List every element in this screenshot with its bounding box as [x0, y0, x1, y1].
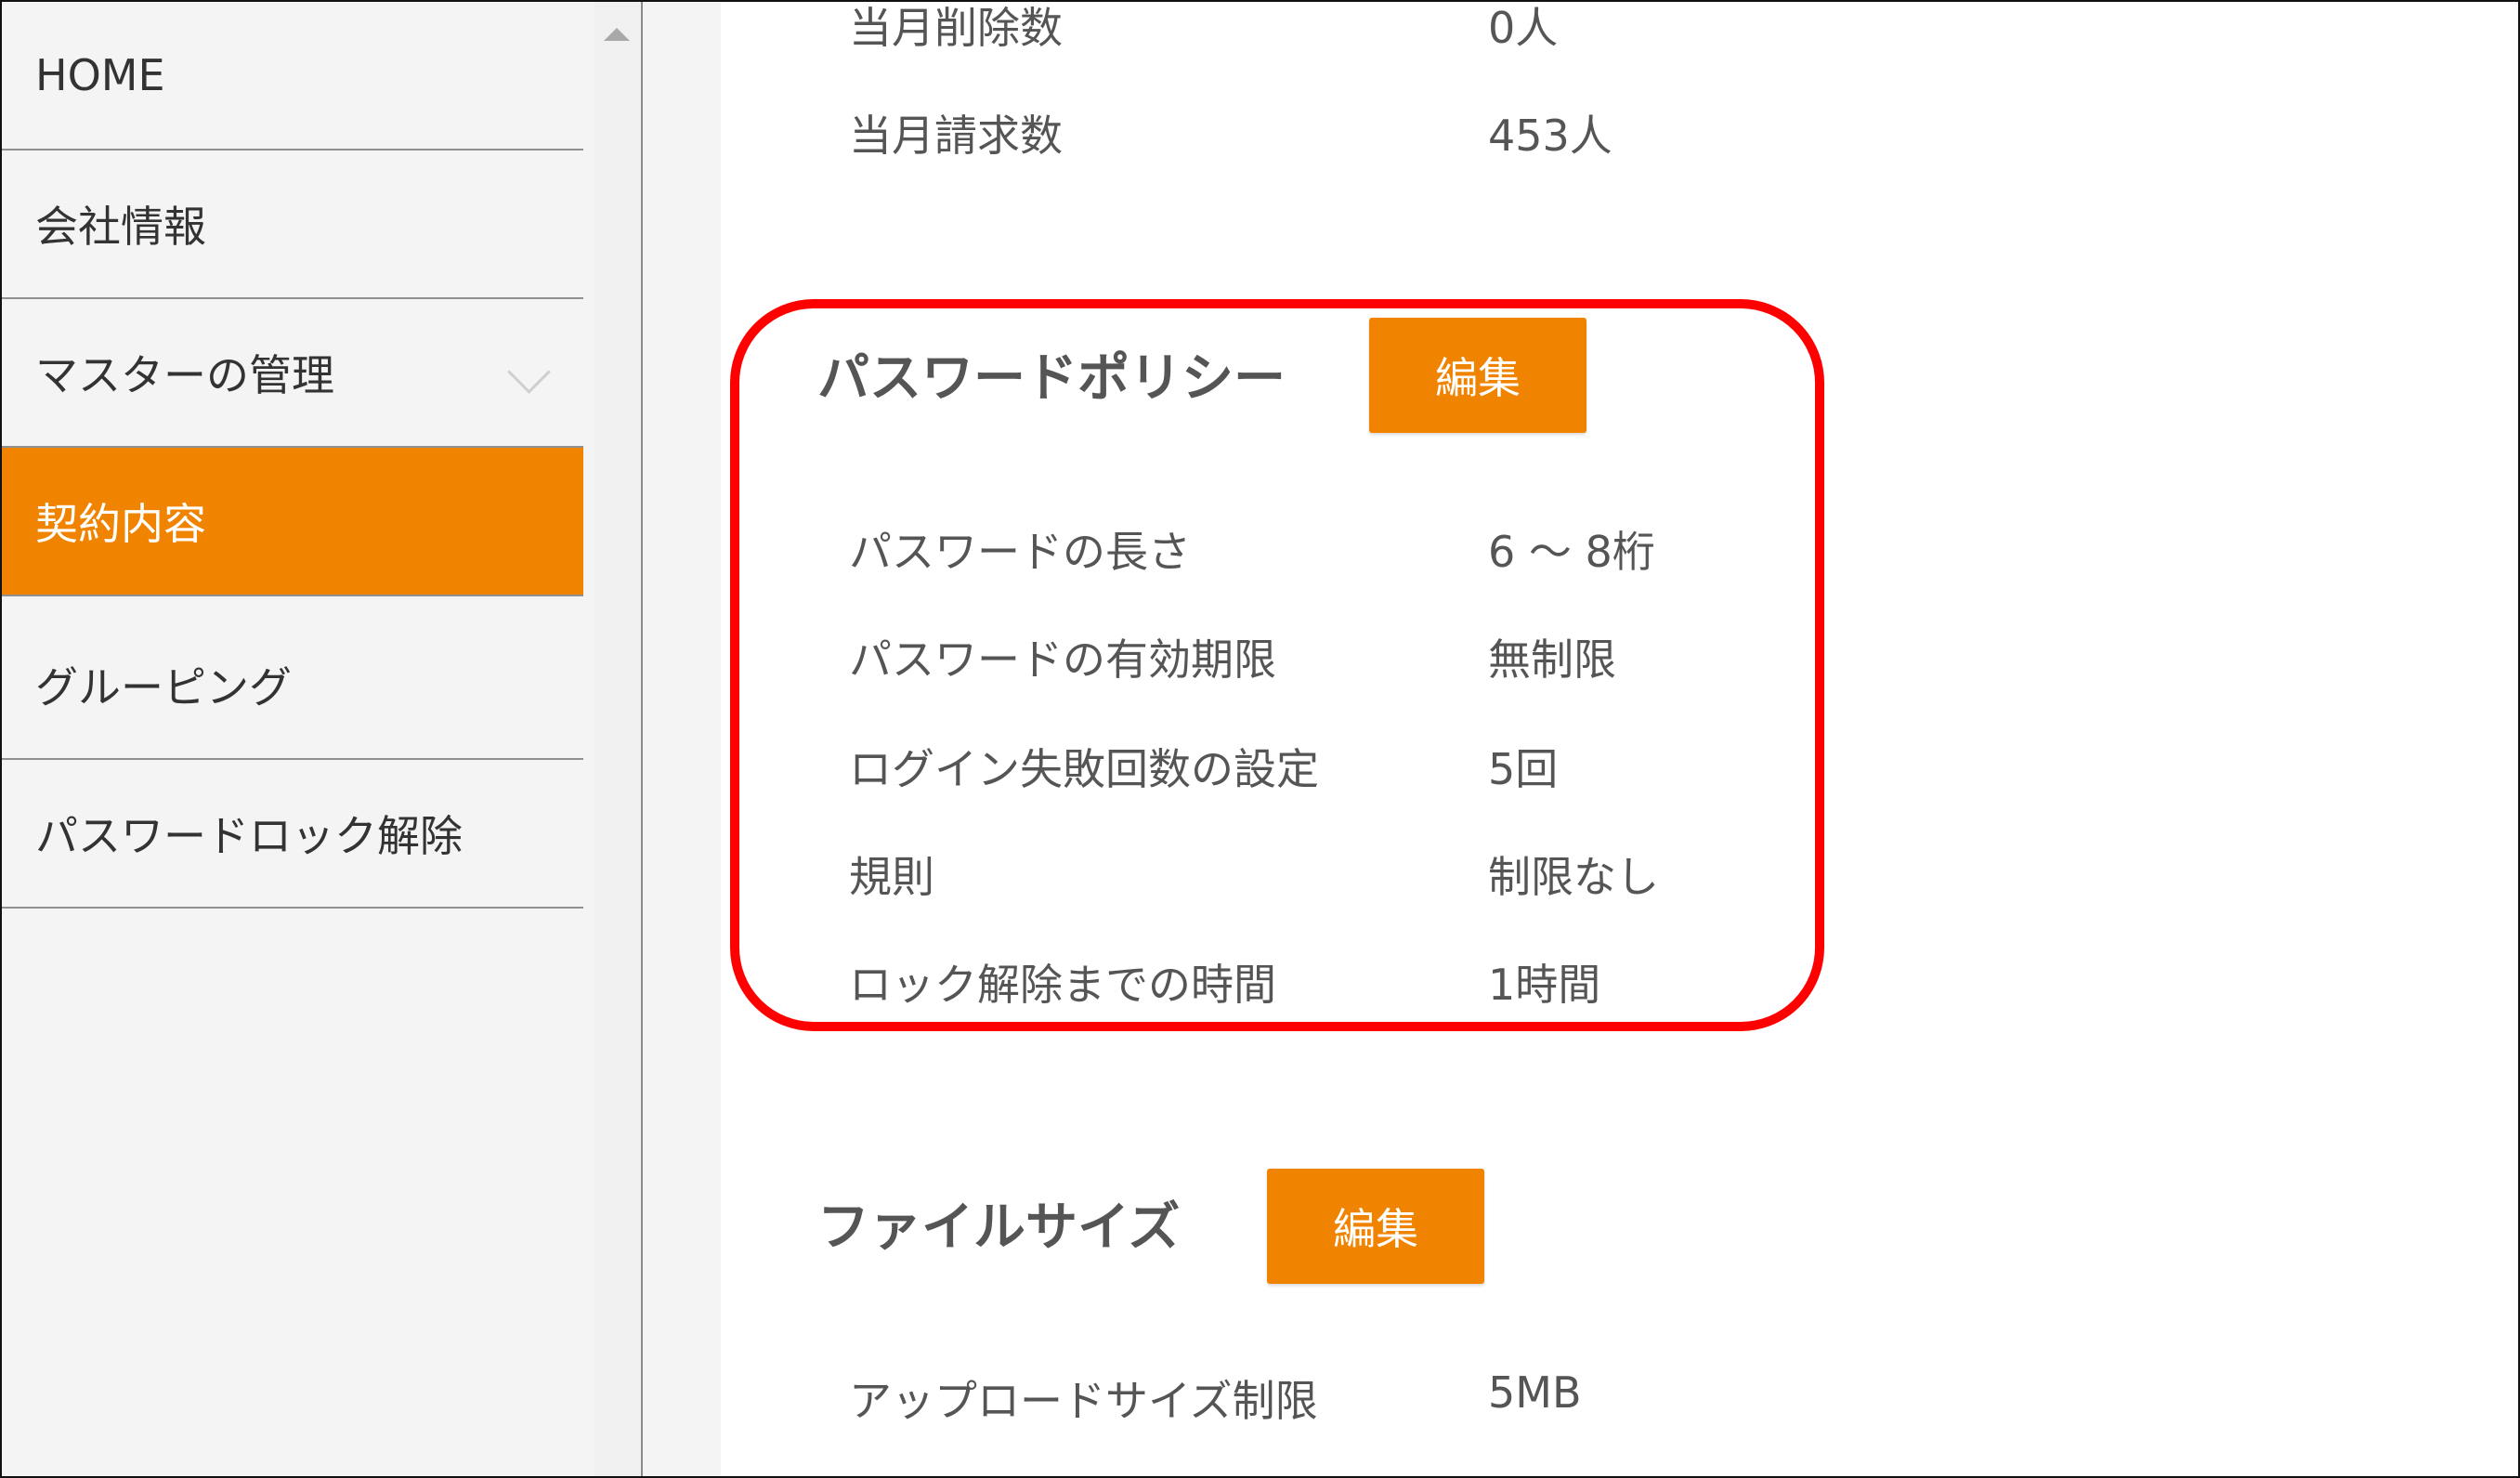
file-size-row-label: アップロードサイズ制限	[849, 1376, 1318, 1426]
policy-row-value: 制限なし	[1488, 852, 1659, 902]
usage-row-label: 当月削除数	[849, 3, 1063, 53]
sidebar-item-master-management[interactable]: マスターの管理	[2, 299, 583, 448]
app-window: HOME 会社情報 マスターの管理 契約内容 グルーピング パスワードロック解除…	[0, 0, 2520, 1478]
sidebar-item-label: HOME	[35, 50, 165, 100]
file-size-title: ファイルサイズ	[817, 1197, 1181, 1258]
password-policy-edit-button[interactable]: 編集	[1369, 318, 1586, 433]
policy-row-value: 6 ～ 8桁	[1488, 527, 1655, 577]
usage-row-value: 453人	[1488, 111, 1613, 161]
sidebar-scrollbar[interactable]	[594, 2, 643, 1476]
sidebar-item-label: パスワードロック解除	[35, 811, 463, 861]
sidebar-item-label: 会社情報	[35, 202, 206, 252]
usage-row-label: 当月請求数	[849, 111, 1063, 161]
main-content: 当月削除数 0人 当月請求数 453人 パスワードポリシー 編集 パスワードの長…	[721, 2, 2518, 1476]
sidebar-item-label: 契約内容	[35, 499, 206, 549]
password-policy-title: パスワードポリシー	[817, 348, 1286, 409]
policy-row-value: 5回	[1488, 744, 1559, 794]
sidebar-item-home[interactable]: HOME	[2, 2, 583, 150]
scroll-up-arrow-icon[interactable]	[604, 28, 630, 41]
sidebar-item-contract-details[interactable]: 契約内容	[2, 448, 583, 596]
file-size-edit-button[interactable]: 編集	[1267, 1169, 1484, 1284]
chevron-down-icon	[507, 350, 551, 394]
policy-row-label: 規則	[849, 852, 934, 902]
policy-row-label: パスワードの長さ	[849, 527, 1191, 577]
sidebar-item-password-unlock[interactable]: パスワードロック解除	[2, 760, 583, 909]
policy-row-label: ロック解除までの時間	[849, 960, 1276, 1010]
policy-row-value: 無制限	[1488, 634, 1616, 685]
sidebar-item-label: グルーピング	[35, 662, 292, 713]
sidebar-item-grouping[interactable]: グルーピング	[2, 611, 583, 760]
content-gutter	[643, 2, 721, 1476]
sidebar-item-company-info[interactable]: 会社情報	[2, 150, 583, 299]
usage-row-value: 0人	[1488, 3, 1559, 53]
policy-row-value: 1時間	[1488, 960, 1601, 1010]
policy-row-label: パスワードの有効期限	[849, 634, 1276, 685]
file-size-row-value: 5MB	[1488, 1367, 1582, 1418]
sidebar: HOME 会社情報 マスターの管理 契約内容 グルーピング パスワードロック解除	[2, 2, 594, 1476]
sidebar-item-label: マスターの管理	[35, 350, 334, 400]
policy-row-label: ログイン失敗回数の設定	[849, 744, 1319, 794]
